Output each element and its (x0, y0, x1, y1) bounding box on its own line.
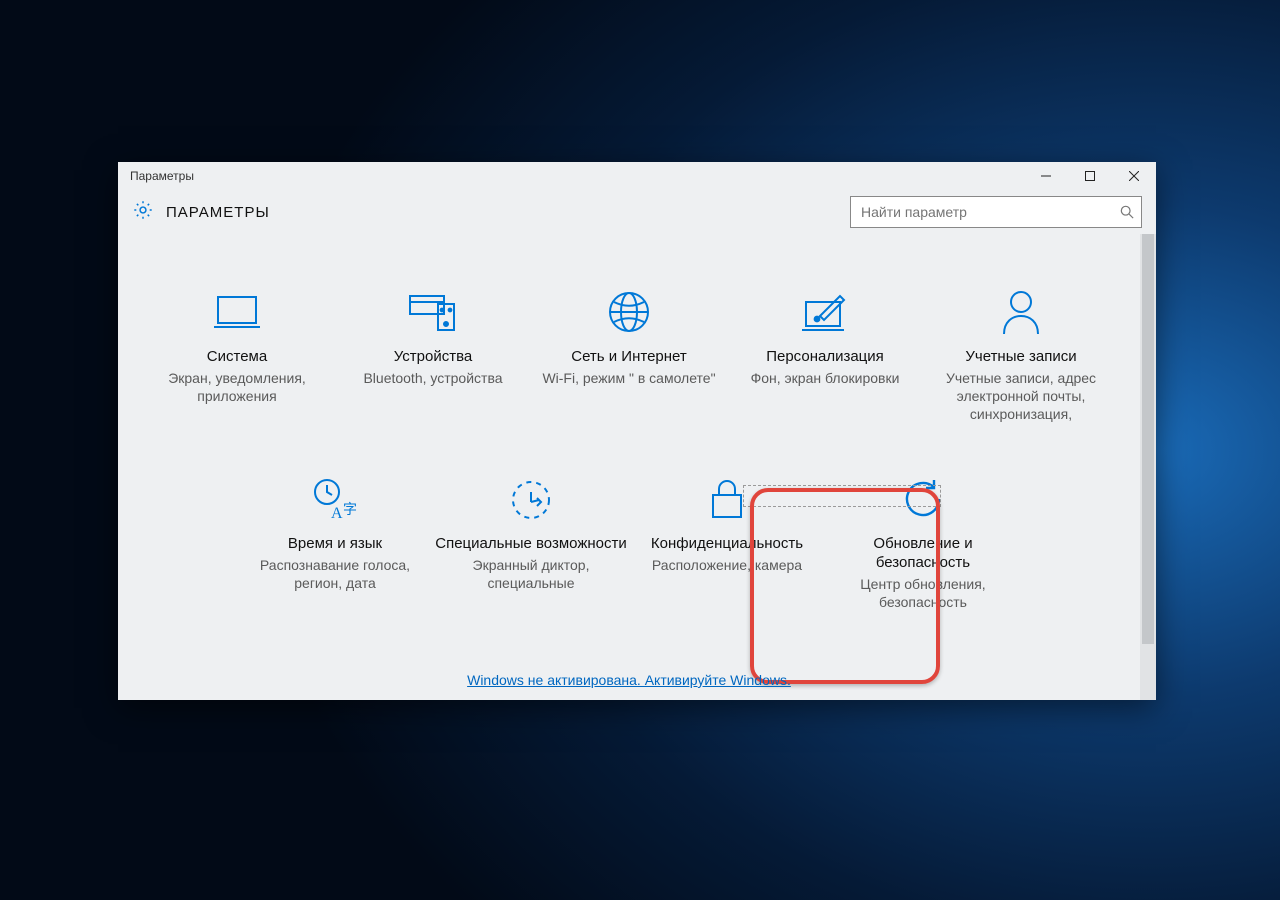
search-box[interactable] (850, 196, 1142, 228)
activation-link[interactable]: Windows не активирована. Активируйте Win… (467, 672, 791, 688)
tile-desc: Распознавание голоса, регион, дата (237, 556, 433, 592)
tile-devices[interactable]: Устройства Bluetooth, устройства (335, 282, 531, 423)
tile-time-language[interactable]: A 字 Время и язык Распознавание голоса, р… (237, 469, 433, 611)
ease-of-access-icon (433, 469, 629, 529)
settings-window: Параметры ПАРАМЕТРЫ (118, 162, 1156, 700)
tile-system[interactable]: Система Экран, уведомления, приложения (139, 282, 335, 423)
search-icon[interactable] (1113, 205, 1141, 219)
search-input[interactable] (851, 204, 1113, 220)
page-title: ПАРАМЕТРЫ (166, 204, 838, 221)
svg-text:字: 字 (343, 502, 357, 518)
svg-text:A: A (331, 505, 343, 522)
close-button[interactable] (1112, 162, 1156, 190)
tile-title: Персонализация (727, 348, 923, 367)
tile-update-security[interactable]: Обновление и безопасность Центр обновлен… (825, 469, 1021, 611)
scrollbar-thumb[interactable] (1142, 234, 1154, 644)
tile-title: Конфиденциальность (629, 535, 825, 554)
tile-desc: Фон, экран блокировки (727, 369, 923, 387)
devices-icon (335, 282, 531, 342)
tile-desc: Центр обновления, безопасность (825, 575, 1021, 611)
tile-title: Время и язык (237, 535, 433, 554)
tile-desc: Экран, уведомления, приложения (139, 369, 335, 405)
tile-title: Устройства (335, 348, 531, 367)
tile-network[interactable]: Сеть и Интернет Wi-Fi, режим " в самолет… (531, 282, 727, 423)
content-area: Система Экран, уведомления, приложения У… (118, 234, 1156, 700)
scrollbar[interactable] (1140, 234, 1156, 700)
tile-desc: Bluetooth, устройства (335, 369, 531, 387)
tile-desc: Расположение, камера (629, 556, 825, 574)
tile-title: Учетные записи (923, 348, 1119, 367)
tile-desc: Wi-Fi, режим " в самолете" (531, 369, 727, 387)
minimize-button[interactable] (1024, 162, 1068, 190)
lock-icon (629, 469, 825, 529)
tile-title: Система (139, 348, 335, 367)
activation-footer: Windows не активирована. Активируйте Win… (118, 672, 1140, 688)
tile-privacy[interactable]: Конфиденциальность Расположение, камера (629, 469, 825, 611)
window-controls (1024, 162, 1156, 190)
update-icon (825, 469, 1021, 529)
tile-desc: Экранный диктор, специальные (433, 556, 629, 592)
tile-title: Специальные возможности (433, 535, 629, 554)
tile-desc: Учетные записи, адрес электронной почты,… (923, 369, 1119, 424)
tile-accounts[interactable]: Учетные записи Учетные записи, адрес эле… (923, 282, 1119, 423)
tile-ease-of-access[interactable]: Специальные возможности Экранный диктор,… (433, 469, 629, 611)
settings-grid: Система Экран, уведомления, приложения У… (118, 234, 1140, 700)
gear-icon (132, 199, 154, 226)
titlebar[interactable]: Параметры (118, 162, 1156, 190)
tile-personalization[interactable]: Персонализация Фон, экран блокировки (727, 282, 923, 423)
globe-icon (531, 282, 727, 342)
person-icon (923, 282, 1119, 342)
tile-title: Обновление и безопасность (825, 535, 1021, 573)
paint-icon (727, 282, 923, 342)
tile-title: Сеть и Интернет (531, 348, 727, 367)
time-language-icon: A 字 (237, 469, 433, 529)
window-title: Параметры (130, 169, 194, 183)
display-icon (139, 282, 335, 342)
maximize-button[interactable] (1068, 162, 1112, 190)
header: ПАРАМЕТРЫ (118, 190, 1156, 234)
